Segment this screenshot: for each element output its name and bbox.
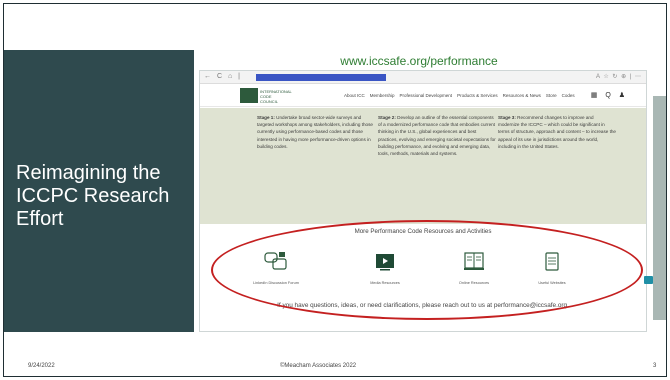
stage-1-text: Undertake broad sector-wide surveys and … bbox=[257, 115, 373, 149]
highlight-ellipse bbox=[211, 220, 643, 320]
slide-title: Reimagining the ICCPC Research Effort bbox=[16, 162, 170, 230]
site-header: INTERNATIONAL CODE COUNCIL About ICC Mem… bbox=[200, 85, 646, 107]
chat-icon[interactable] bbox=[644, 276, 653, 284]
stage-2-text: Develop an outline of the essential comp… bbox=[378, 115, 496, 157]
stage-3: Stage 3: Recommend changes to improve an… bbox=[498, 114, 616, 150]
nav-item-store[interactable]: Store bbox=[546, 93, 557, 98]
stage-3-label: Stage 3: bbox=[498, 115, 516, 120]
nav-item-about[interactable]: About ICC bbox=[344, 93, 365, 98]
browser-toolbar: ← C ⌂ | A ☆ ↻ ⊕ | ⋯ bbox=[200, 71, 646, 84]
browser-right-icons[interactable]: A ☆ ↻ ⊕ | ⋯ bbox=[596, 73, 642, 80]
logo-text: INTERNATIONAL CODE COUNCIL bbox=[260, 89, 292, 104]
nav-item-codes[interactable]: Codes bbox=[562, 93, 575, 98]
browser-nav-icons[interactable]: ← C ⌂ | bbox=[204, 73, 242, 80]
url-caption[interactable]: www.iccsafe.org/performance bbox=[199, 54, 639, 68]
site-tools-icons[interactable]: ▦ Q ♟ bbox=[591, 91, 628, 99]
decorative-band bbox=[653, 96, 666, 320]
stage-2-label: Stage 2: bbox=[378, 115, 396, 120]
nav-item-products[interactable]: Products & Services bbox=[457, 93, 498, 98]
stage-1-label: Stage 1: bbox=[257, 115, 275, 120]
page-number: 3 bbox=[653, 363, 657, 369]
footer-date: 9/24/2022 bbox=[28, 363, 55, 369]
nav-item-professional-development[interactable]: Professional Development bbox=[400, 93, 453, 98]
address-bar[interactable] bbox=[256, 74, 386, 81]
nav-item-membership[interactable]: Membership bbox=[370, 93, 395, 98]
stage-1: Stage 1: Undertake broad sector-wide sur… bbox=[257, 114, 375, 150]
stages-section: Stage 1: Undertake broad sector-wide sur… bbox=[200, 108, 646, 224]
icc-logo-icon[interactable] bbox=[240, 88, 258, 103]
stage-2: Stage 2: Develop an outline of the essen… bbox=[378, 114, 496, 157]
slide: Reimagining the ICCPC Research Effort ww… bbox=[3, 3, 667, 377]
title-panel: Reimagining the ICCPC Research Effort bbox=[4, 50, 194, 332]
footer-copyright: ©Meacham Associates 2022 bbox=[280, 363, 357, 369]
stage-3-text: Recommend changes to improve and moderni… bbox=[498, 115, 616, 149]
nav-item-resources[interactable]: Resources & News bbox=[503, 93, 541, 98]
site-nav: About ICC Membership Professional Develo… bbox=[344, 93, 575, 98]
